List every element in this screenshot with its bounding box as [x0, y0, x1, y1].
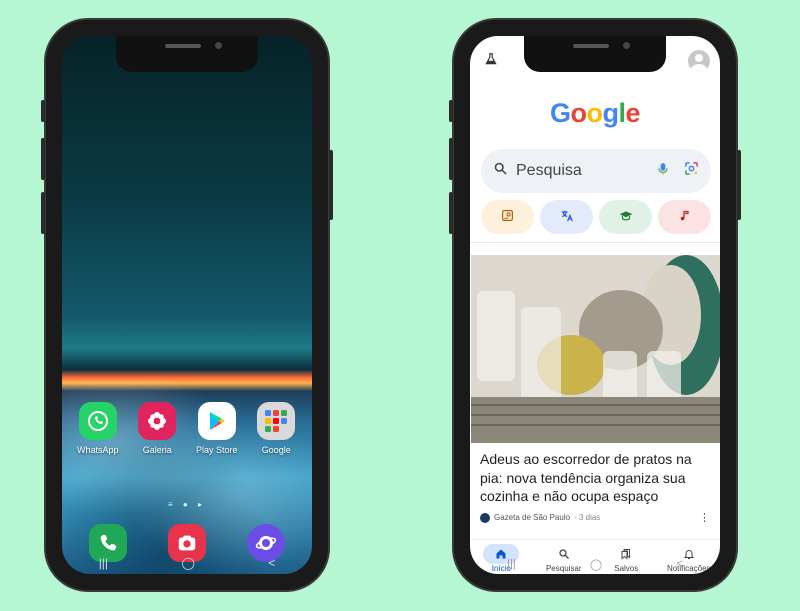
app-label: Google: [261, 445, 291, 455]
page-indicator: ≡ ● ▸: [168, 500, 206, 509]
microphone-icon[interactable]: [656, 161, 670, 182]
left-phone: WhatsApp Galeria Play Store Google ≡ ● ▸…: [41, 18, 333, 592]
volume-button: [449, 100, 453, 122]
gallery-icon: [138, 402, 177, 440]
app-play-store[interactable]: Play Store: [188, 402, 246, 455]
search-placeholder: Pesquisa: [516, 162, 582, 179]
volume-down-button: [449, 138, 453, 180]
volume-down-button: [41, 138, 45, 180]
divider: [470, 242, 720, 243]
lens-icon[interactable]: [684, 161, 699, 181]
app-google-folder[interactable]: Google: [247, 402, 305, 455]
power-button: [737, 150, 741, 220]
app-label: Play Store: [195, 445, 238, 455]
search-bar[interactable]: Pesquisa: [481, 149, 711, 193]
publisher-name: Gazeta de São Paulo: [494, 513, 571, 522]
system-nav-bar: ||| ◯ <: [470, 554, 720, 574]
publisher-logo-icon: [480, 512, 490, 523]
recents-button[interactable]: |||: [99, 556, 108, 570]
right-phone: Google Pesquisa Adeus ao escorredor de p…: [449, 18, 741, 592]
chip-education[interactable]: [599, 200, 652, 234]
google-app-screen: Google Pesquisa Adeus ao escorredor de p…: [470, 36, 720, 574]
image-search-icon: [501, 209, 514, 225]
google-logo: Google: [549, 98, 641, 128]
recents-button[interactable]: |||: [507, 558, 516, 570]
search-icon: [493, 161, 508, 181]
back-button[interactable]: <: [268, 556, 275, 570]
article-source: Gazeta de São Paulo · 3 dias ⋮: [480, 511, 710, 524]
chip-translate[interactable]: [540, 200, 593, 234]
account-avatar[interactable]: [688, 50, 710, 72]
app-row: WhatsApp Galeria Play Store Google: [62, 402, 312, 455]
shortcut-chips: [481, 200, 711, 234]
side-button: [449, 192, 453, 234]
app-whatsapp[interactable]: WhatsApp: [69, 402, 127, 455]
app-label: WhatsApp: [76, 445, 119, 455]
article-headline[interactable]: Adeus ao escorredor de pratos na pia: no…: [480, 450, 708, 506]
side-button: [41, 192, 45, 234]
notch: [524, 36, 666, 72]
power-button: [329, 150, 333, 220]
more-options-icon[interactable]: ⋮: [699, 511, 710, 524]
app-galeria[interactable]: Galeria: [128, 402, 186, 455]
article-image[interactable]: [471, 255, 720, 443]
volume-button: [41, 100, 45, 122]
chip-music[interactable]: [658, 200, 711, 234]
google-folder-icon: [257, 402, 296, 440]
home-button[interactable]: ◯: [181, 556, 194, 570]
music-icon: [679, 209, 691, 225]
education-icon: [619, 209, 633, 226]
labs-flask-icon[interactable]: [484, 52, 498, 71]
article-age: · 3 dias: [574, 513, 601, 522]
whatsapp-icon: [78, 402, 117, 440]
system-nav-bar: ||| ◯ <: [62, 552, 312, 574]
home-screen: WhatsApp Galeria Play Store Google ≡ ● ▸…: [62, 36, 312, 574]
home-button[interactable]: ◯: [590, 558, 602, 571]
notch: [116, 36, 258, 72]
play-store-icon: [197, 402, 236, 440]
back-button[interactable]: <: [676, 558, 682, 570]
chip-image-search[interactable]: [481, 200, 534, 234]
translate-icon: [560, 209, 574, 226]
app-label: Galeria: [142, 445, 172, 455]
